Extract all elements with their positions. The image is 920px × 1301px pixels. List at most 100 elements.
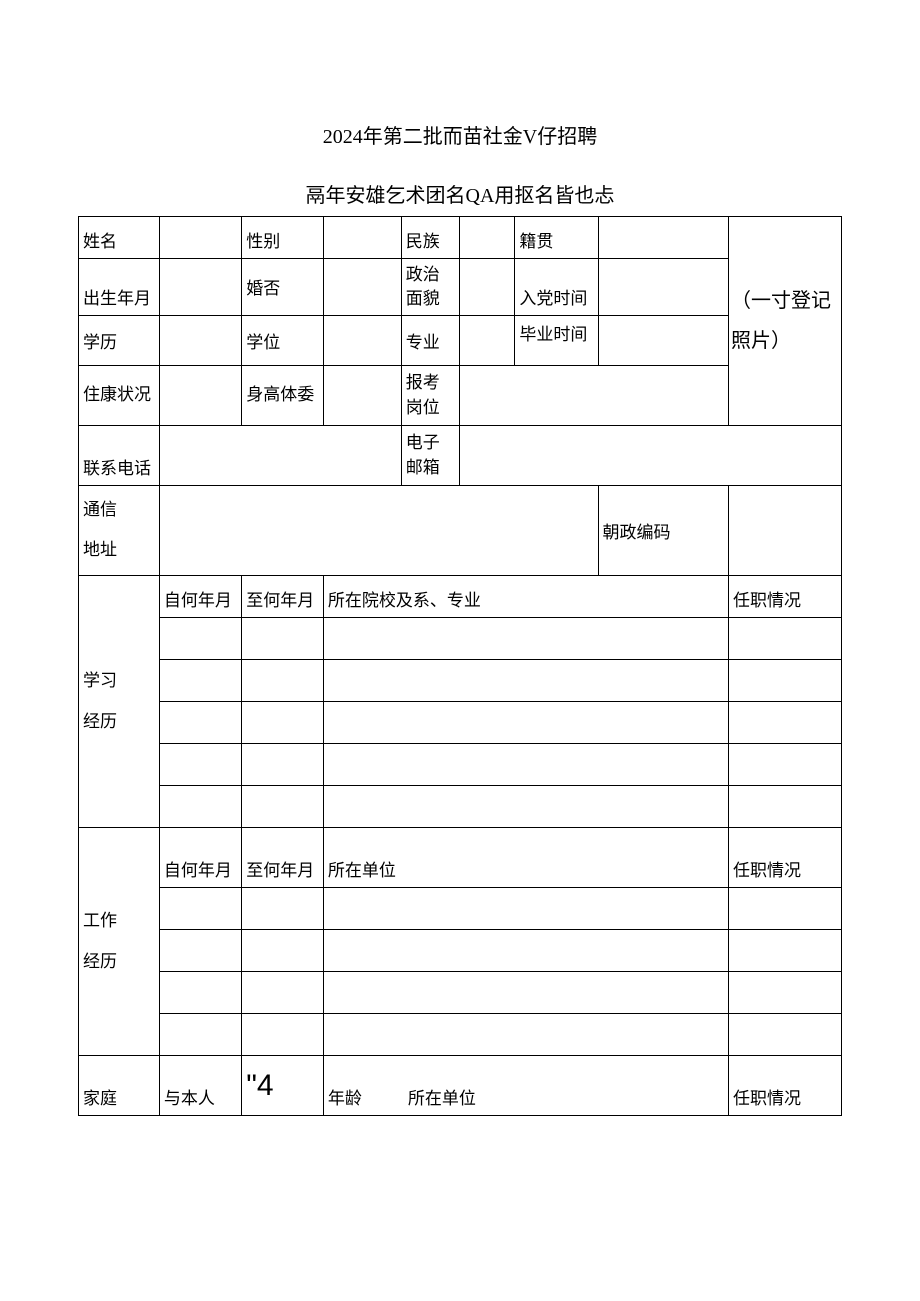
study-from[interactable] bbox=[159, 744, 241, 786]
label-email: 电子邮箱 bbox=[401, 425, 459, 485]
field-education[interactable] bbox=[159, 315, 241, 365]
work-to[interactable] bbox=[242, 972, 324, 1014]
family-header-quote4: "4 bbox=[242, 1056, 324, 1116]
field-graduation-date[interactable] bbox=[598, 315, 728, 365]
study-header-from: 自何年月 bbox=[159, 576, 241, 618]
label-postal-code: 朝政编码 bbox=[598, 485, 728, 576]
work-from[interactable] bbox=[159, 930, 241, 972]
label-health-status: 住康状况 bbox=[79, 365, 160, 425]
label-marital-status: 婚否 bbox=[242, 259, 324, 316]
field-degree[interactable] bbox=[323, 315, 401, 365]
study-to[interactable] bbox=[242, 744, 324, 786]
work-header-position: 任职情况 bbox=[729, 828, 842, 888]
study-from[interactable] bbox=[159, 618, 241, 660]
field-name[interactable] bbox=[159, 217, 241, 259]
label-contact-phone: 联系电话 bbox=[79, 425, 160, 485]
label-political-status: 政治面貌 bbox=[401, 259, 459, 316]
field-marital-status[interactable] bbox=[323, 259, 401, 316]
field-email[interactable] bbox=[459, 425, 841, 485]
field-party-join-date[interactable] bbox=[598, 259, 728, 316]
work-position[interactable] bbox=[729, 972, 842, 1014]
label-native-place: 籍贯 bbox=[515, 217, 598, 259]
application-form-table: 姓名 性别 民族 籍贯 （一寸登记 照片） 出生年月 婚否 政治面貌 入党时间 … bbox=[78, 216, 842, 1116]
field-native-place[interactable] bbox=[598, 217, 728, 259]
study-from[interactable] bbox=[159, 660, 241, 702]
field-contact-phone[interactable] bbox=[159, 425, 401, 485]
label-apply-position: 报考岗位 bbox=[401, 365, 459, 425]
study-from[interactable] bbox=[159, 702, 241, 744]
study-position[interactable] bbox=[729, 744, 842, 786]
field-postal-code[interactable] bbox=[729, 485, 842, 576]
work-to[interactable] bbox=[242, 888, 324, 930]
field-height-build[interactable] bbox=[323, 365, 401, 425]
study-row bbox=[79, 618, 842, 660]
label-education: 学历 bbox=[79, 315, 160, 365]
label-study-history: 学习 经历 bbox=[79, 576, 160, 828]
work-row bbox=[79, 1014, 842, 1056]
study-school[interactable] bbox=[323, 744, 728, 786]
work-to[interactable] bbox=[242, 930, 324, 972]
work-row bbox=[79, 930, 842, 972]
label-work-history: 工作 经历 bbox=[79, 828, 160, 1056]
work-to[interactable] bbox=[242, 1014, 324, 1056]
study-to[interactable] bbox=[242, 786, 324, 828]
family-header-relation: 与本人 bbox=[159, 1056, 241, 1116]
study-header-school: 所在院校及系、专业 bbox=[323, 576, 728, 618]
study-school[interactable] bbox=[323, 786, 728, 828]
study-header-position: 任职情况 bbox=[729, 576, 842, 618]
work-row bbox=[79, 972, 842, 1014]
label-party-join-date: 入党时间 bbox=[515, 259, 598, 316]
study-to[interactable] bbox=[242, 618, 324, 660]
page-title: 2024年第二批而苗社金V仔招聘 bbox=[78, 120, 842, 149]
label-family: 家庭 bbox=[79, 1056, 160, 1116]
field-gender[interactable] bbox=[323, 217, 401, 259]
label-name: 姓名 bbox=[79, 217, 160, 259]
study-position[interactable] bbox=[729, 660, 842, 702]
study-school[interactable] bbox=[323, 702, 728, 744]
work-from[interactable] bbox=[159, 972, 241, 1014]
label-birth-date: 出生年月 bbox=[79, 259, 160, 316]
work-row bbox=[79, 888, 842, 930]
study-row bbox=[79, 786, 842, 828]
study-row bbox=[79, 702, 842, 744]
field-ethnicity[interactable] bbox=[459, 217, 515, 259]
photo-placeholder: （一寸登记 照片） bbox=[729, 217, 842, 426]
work-unit[interactable] bbox=[323, 972, 728, 1014]
label-height-build: 身高体委 bbox=[242, 365, 324, 425]
work-header-unit: 所在单位 bbox=[323, 828, 728, 888]
work-header-to: 至何年月 bbox=[242, 828, 324, 888]
field-apply-position[interactable] bbox=[459, 365, 728, 425]
work-header-from: 自何年月 bbox=[159, 828, 241, 888]
label-ethnicity: 民族 bbox=[401, 217, 459, 259]
study-row bbox=[79, 660, 842, 702]
work-unit[interactable] bbox=[323, 888, 728, 930]
field-health-status[interactable] bbox=[159, 365, 241, 425]
study-position[interactable] bbox=[729, 618, 842, 660]
field-mailing-address[interactable] bbox=[159, 485, 598, 576]
page-subtitle: 鬲年安雄乞术团名QA用抠名皆也忐 bbox=[78, 179, 842, 208]
label-major: 专业 bbox=[401, 315, 459, 365]
field-birth-date[interactable] bbox=[159, 259, 241, 316]
work-unit[interactable] bbox=[323, 1014, 728, 1056]
family-header-age-unit: 年龄所在单位 bbox=[323, 1056, 728, 1116]
study-school[interactable] bbox=[323, 618, 728, 660]
field-political-status[interactable] bbox=[459, 259, 515, 316]
study-to[interactable] bbox=[242, 702, 324, 744]
study-to[interactable] bbox=[242, 660, 324, 702]
work-from[interactable] bbox=[159, 1014, 241, 1056]
study-header-to: 至何年月 bbox=[242, 576, 324, 618]
study-from[interactable] bbox=[159, 786, 241, 828]
work-position[interactable] bbox=[729, 888, 842, 930]
field-major[interactable] bbox=[459, 315, 515, 365]
label-gender: 性别 bbox=[242, 217, 324, 259]
study-row bbox=[79, 744, 842, 786]
study-school[interactable] bbox=[323, 660, 728, 702]
study-position[interactable] bbox=[729, 786, 842, 828]
work-position[interactable] bbox=[729, 930, 842, 972]
work-from[interactable] bbox=[159, 888, 241, 930]
work-unit[interactable] bbox=[323, 930, 728, 972]
family-header-position: 任职情况 bbox=[729, 1056, 842, 1116]
label-mailing-address: 通信 地址 bbox=[79, 485, 160, 576]
study-position[interactable] bbox=[729, 702, 842, 744]
work-position[interactable] bbox=[729, 1014, 842, 1056]
